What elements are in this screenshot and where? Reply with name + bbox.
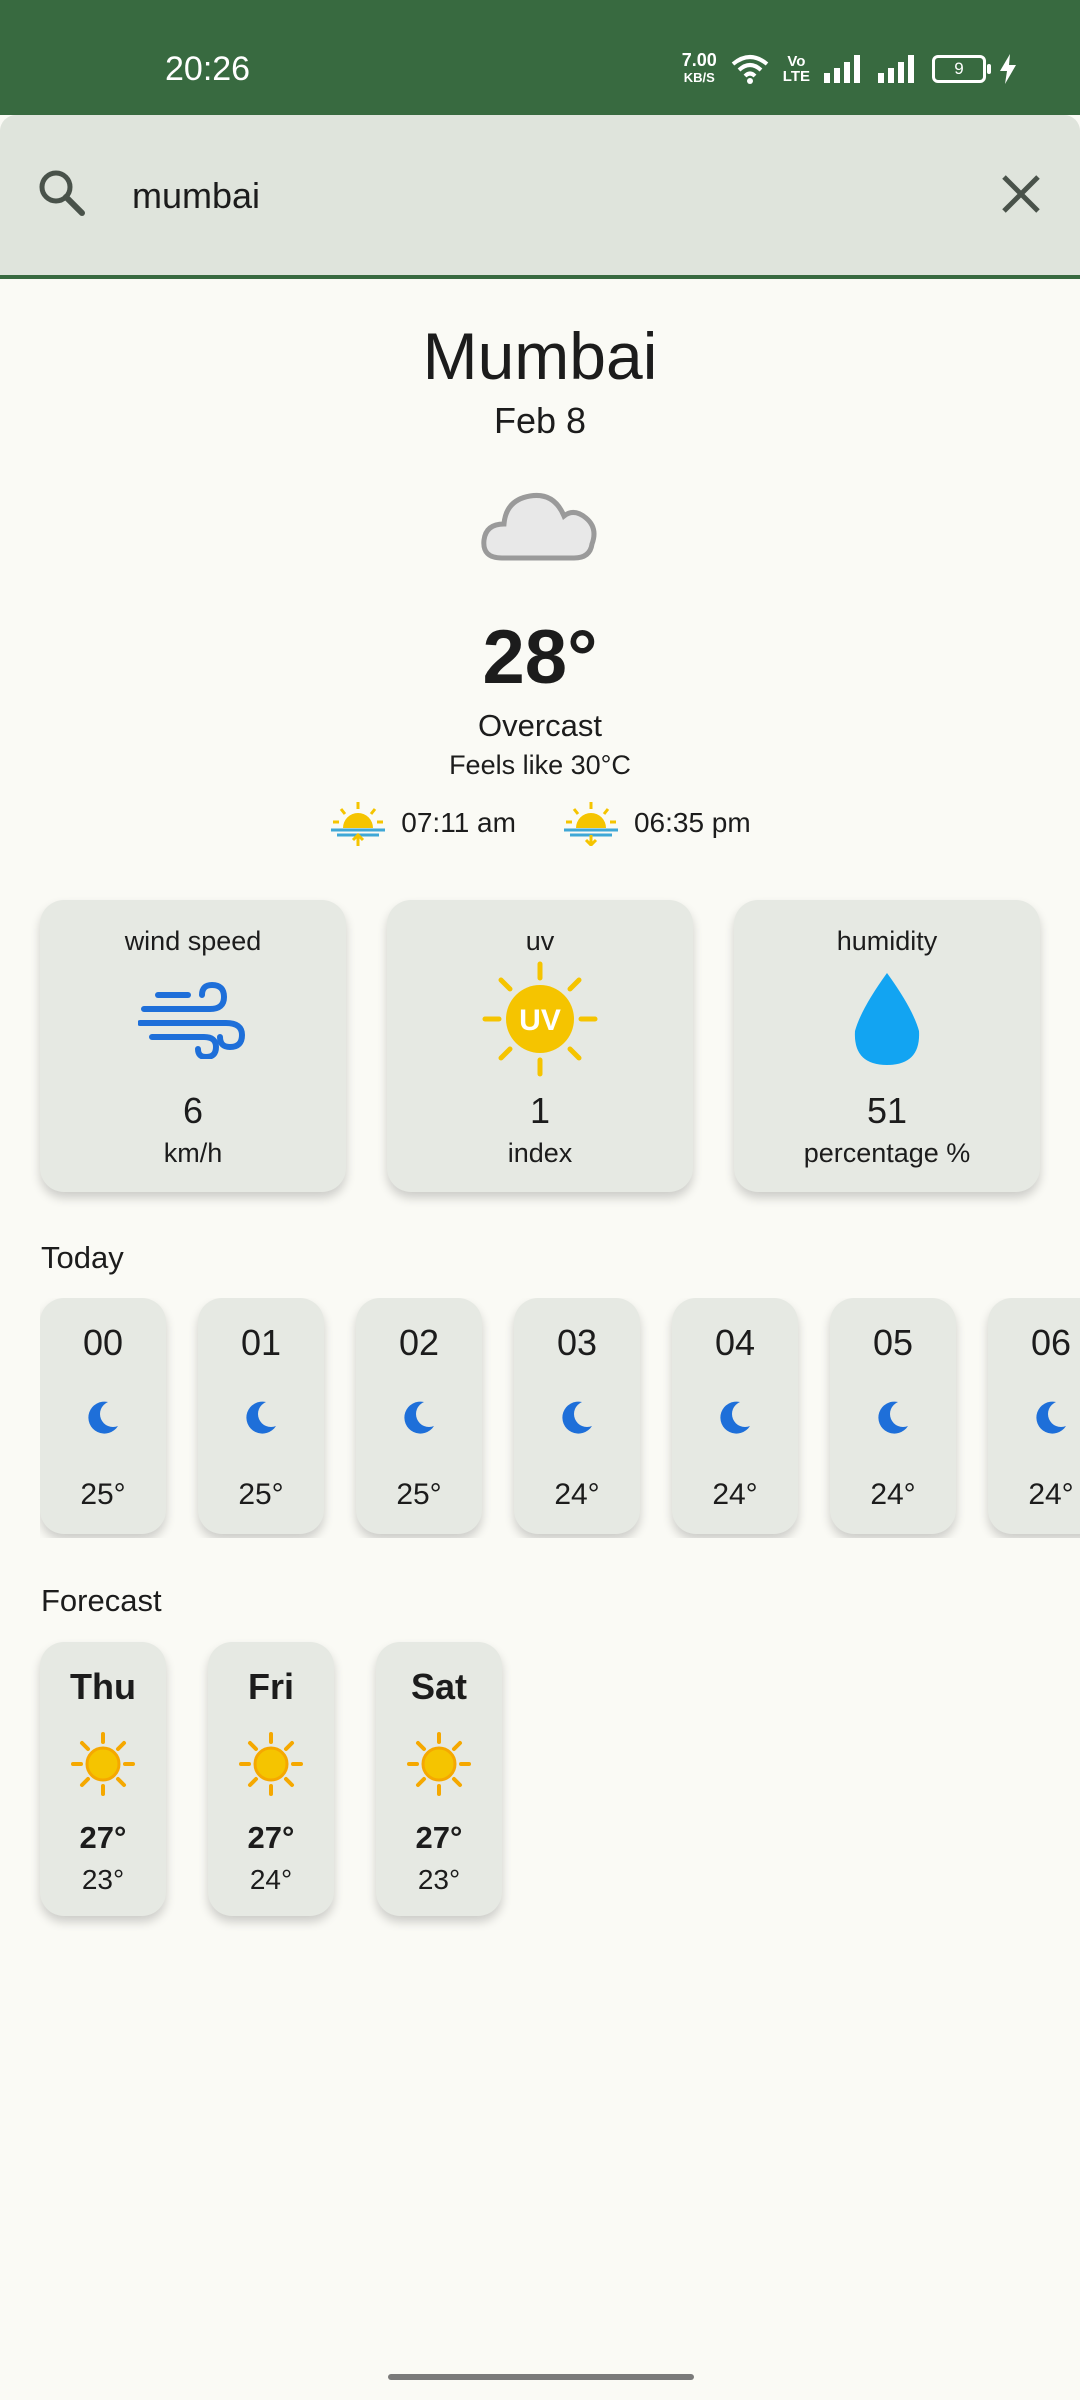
day-min-temp: 23°: [81, 1864, 125, 1895]
sunset-icon: [563, 802, 618, 846]
hour-label: 03: [556, 1322, 598, 1363]
charging-icon: [1000, 54, 1016, 84]
status-time: 20:26: [165, 50, 251, 88]
forecast-label: Forecast: [41, 1583, 162, 1618]
day-max-temp: 27°: [79, 1820, 127, 1855]
cloud-icon: [481, 492, 597, 561]
moon-icon: [198, 1400, 324, 1434]
uv-sun-icon: UV: [387, 961, 693, 1077]
water-drop-icon: [734, 964, 1040, 1074]
day-label: Fri: [247, 1666, 294, 1707]
sunset-time: 06:35 pm: [633, 807, 751, 838]
hour-temp: 24°: [1028, 1478, 1074, 1511]
search-bar: [0, 115, 1080, 279]
moon-icon: [830, 1400, 956, 1434]
hour-card: 03 24°: [514, 1298, 640, 1534]
moon-icon: [988, 1400, 1080, 1434]
stat-unit: percentage %: [803, 1138, 971, 1168]
stat-value: 51: [866, 1090, 908, 1131]
hour-card: 01 25°: [198, 1298, 324, 1534]
day-max-temp: 27°: [247, 1820, 295, 1855]
hour-temp: 25°: [80, 1478, 126, 1511]
day-max-temp: 27°: [415, 1820, 463, 1855]
hour-label: 01: [240, 1322, 282, 1363]
moon-icon: [672, 1400, 798, 1434]
stat-unit: km/h: [163, 1138, 223, 1168]
hour-card: 02 25°: [356, 1298, 482, 1534]
hour-card: 00 25°: [40, 1298, 166, 1534]
moon-icon: [356, 1400, 482, 1434]
stat-unit: index: [507, 1138, 573, 1168]
search-input[interactable]: [130, 165, 954, 227]
stat-value: 6: [182, 1090, 204, 1131]
wind-icon: [40, 964, 346, 1074]
forecast-day-card: Fri 27° 24°: [208, 1642, 334, 1916]
signal-icon-sim1: [824, 55, 860, 83]
feels-like-text: Feels like 30°C: [449, 750, 631, 780]
day-min-temp: 24°: [249, 1864, 293, 1895]
stat-value: 1: [529, 1090, 551, 1131]
today-label: Today: [41, 1240, 124, 1275]
moon-icon: [514, 1400, 640, 1434]
search-icon[interactable]: [36, 167, 88, 219]
uv-icon-text: UV: [519, 1004, 561, 1037]
hour-label: 02: [398, 1322, 440, 1363]
day-min-temp: 23°: [417, 1864, 461, 1895]
stat-title: humidity: [836, 926, 938, 956]
hour-temp: 24°: [712, 1478, 758, 1511]
status-bar: 20:26 7.00 KB/S Vo LTE 9: [0, 0, 1080, 115]
hour-label: 00: [82, 1322, 124, 1363]
forecast-day-card: Sat 27° 23°: [376, 1642, 502, 1916]
uv-card: uv UV 1 index: [387, 900, 693, 1192]
network-speed: 7.00 KB/S: [681, 50, 717, 85]
home-indicator[interactable]: [388, 2374, 694, 2380]
sun-icon: [40, 1732, 166, 1796]
hour-temp: 24°: [870, 1478, 916, 1511]
close-icon[interactable]: [1000, 173, 1042, 215]
hour-label: 05: [872, 1322, 914, 1363]
day-label: Sat: [410, 1666, 468, 1707]
hour-temp: 24°: [554, 1478, 600, 1511]
current-temperature: 28°: [482, 615, 598, 700]
sunset: 06:35 pm: [562, 800, 751, 846]
moon-icon: [40, 1400, 166, 1434]
hour-card: 06 24°: [988, 1298, 1080, 1534]
battery-icon: 9: [932, 55, 991, 83]
humidity-card: humidity 51 percentage %: [734, 900, 1040, 1192]
city-name: Mumbai: [422, 319, 658, 393]
hour-label: 04: [714, 1322, 756, 1363]
day-label: Thu: [70, 1666, 136, 1707]
current-date: Feb 8: [493, 400, 587, 441]
stat-title: uv: [525, 926, 555, 956]
volte-icon: Vo LTE: [782, 53, 810, 85]
hour-temp: 25°: [396, 1478, 442, 1511]
sunrise-time: 07:11 am: [401, 807, 516, 838]
sunrise-icon: [331, 802, 386, 846]
sun-times: 07:11 am 06:35 pm: [0, 800, 1080, 846]
hourly-forecast-list[interactable]: 00 25° 01 25° 02 25° 03 24° 04 24° 05 24…: [40, 1298, 1080, 1538]
wifi-icon: [731, 55, 769, 84]
hour-label: 06: [1030, 1322, 1072, 1363]
sunrise: 07:11 am: [329, 800, 516, 846]
stat-title: wind speed: [124, 926, 262, 956]
condition-text: Overcast: [477, 708, 603, 743]
sun-icon: [376, 1732, 502, 1796]
sun-icon: [208, 1732, 334, 1796]
status-icons: 7.00 KB/S Vo LTE 9: [681, 50, 1016, 86]
wind-speed-card: wind speed 6 km/h: [40, 900, 346, 1192]
hour-temp: 25°: [238, 1478, 284, 1511]
signal-icon-sim2: [878, 55, 914, 83]
hour-card: 05 24°: [830, 1298, 956, 1534]
forecast-day-card: Thu 27° 23°: [40, 1642, 166, 1916]
hour-card: 04 24°: [672, 1298, 798, 1534]
